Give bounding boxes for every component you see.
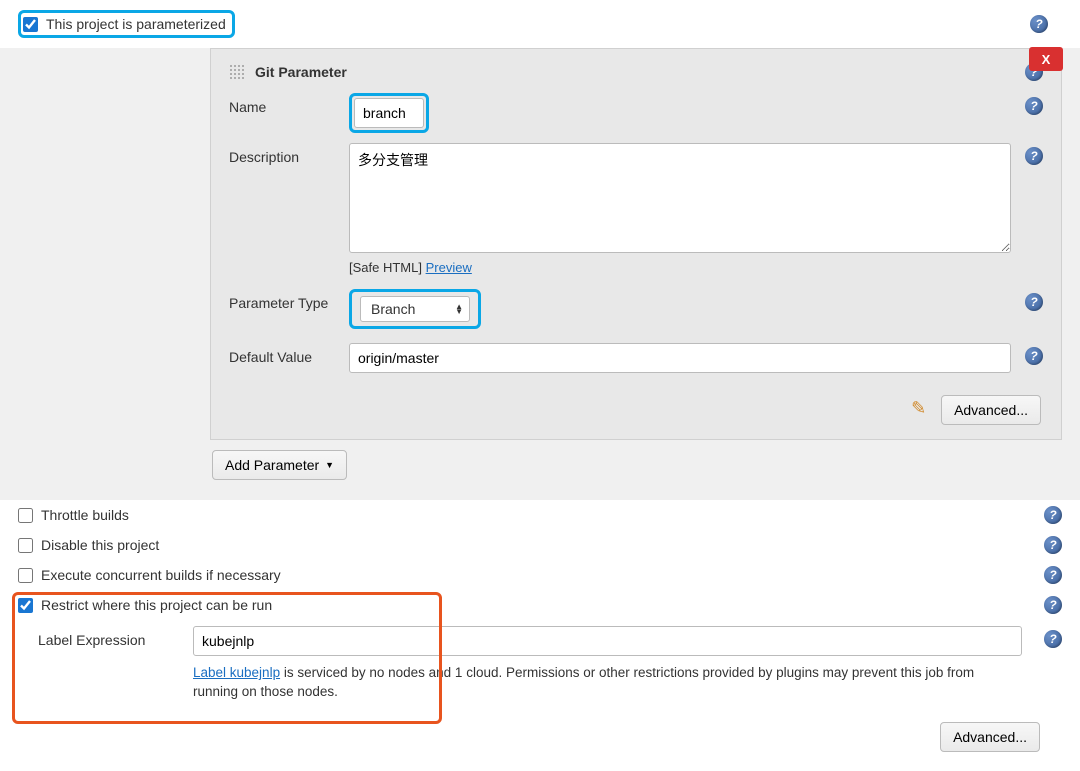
parameterized-label: This project is parameterized <box>46 16 226 32</box>
git-advanced-label: Advanced... <box>954 402 1028 418</box>
bottom-advanced-label: Advanced... <box>953 729 1027 745</box>
help-icon[interactable]: ? <box>1025 347 1043 365</box>
highlight-parameterized: This project is parameterized <box>18 10 235 38</box>
pencil-icon <box>911 400 931 420</box>
label-link[interactable]: Label kubejnlp <box>193 665 280 680</box>
parameter-type-label: Parameter Type <box>229 289 349 311</box>
help-icon[interactable]: ? <box>1044 596 1062 614</box>
help-icon[interactable]: ? <box>1025 97 1043 115</box>
help-icon[interactable]: ? <box>1025 293 1043 311</box>
delete-parameter-button[interactable]: X <box>1029 47 1063 71</box>
bottom-advanced-button[interactable]: Advanced... <box>940 722 1040 752</box>
default-value-input[interactable] <box>349 343 1011 373</box>
description-label: Description <box>229 143 349 165</box>
label-expression-note: Label kubejnlp is serviced by no nodes a… <box>193 664 1022 702</box>
label-note-rest: is serviced by no nodes and 1 cloud. Per… <box>193 665 974 699</box>
disable-label: Disable this project <box>41 537 159 553</box>
throttle-checkbox[interactable] <box>18 508 33 523</box>
help-icon[interactable]: ? <box>1044 536 1062 554</box>
description-textarea[interactable] <box>349 143 1011 253</box>
restrict-label: Restrict where this project can be run <box>41 597 272 613</box>
help-icon[interactable]: ? <box>1044 630 1062 648</box>
label-expression-input[interactable] <box>193 626 1022 656</box>
label-expression-label: Label Expression <box>18 626 193 648</box>
restrict-checkbox[interactable] <box>18 598 33 613</box>
drag-handle-icon[interactable] <box>229 64 245 80</box>
concurrent-checkbox[interactable] <box>18 568 33 583</box>
git-advanced-button[interactable]: Advanced... <box>941 395 1041 425</box>
help-icon[interactable]: ? <box>1044 566 1062 584</box>
help-icon[interactable]: ? <box>1044 506 1062 524</box>
parameterized-checkbox[interactable] <box>23 17 38 32</box>
concurrent-label: Execute concurrent builds if necessary <box>41 567 281 583</box>
parameter-type-select[interactable]: Branch ▲▼ <box>360 296 470 322</box>
default-value-label: Default Value <box>229 343 349 365</box>
parameter-area: X Git Parameter ? Name ? <box>0 48 1080 500</box>
disable-checkbox[interactable] <box>18 538 33 553</box>
add-parameter-label: Add Parameter <box>225 457 319 473</box>
name-label: Name <box>229 93 349 115</box>
git-parameter-title: Git Parameter <box>255 64 347 80</box>
help-icon[interactable]: ? <box>1030 15 1048 33</box>
select-arrows-icon: ▲▼ <box>455 304 463 314</box>
throttle-label: Throttle builds <box>41 507 129 523</box>
parameter-gutter <box>0 48 210 500</box>
git-parameter-block: X Git Parameter ? Name ? <box>210 48 1062 440</box>
highlight-type: Branch ▲▼ <box>349 289 481 329</box>
name-input-full[interactable] <box>349 99 1011 129</box>
parameter-type-value: Branch <box>371 301 415 317</box>
caret-down-icon: ▼ <box>325 460 334 470</box>
help-icon[interactable]: ? <box>1025 147 1043 165</box>
add-parameter-button[interactable]: Add Parameter ▼ <box>212 450 347 480</box>
preview-link[interactable]: Preview <box>426 260 472 275</box>
safe-html-label: [Safe HTML] <box>349 260 422 275</box>
